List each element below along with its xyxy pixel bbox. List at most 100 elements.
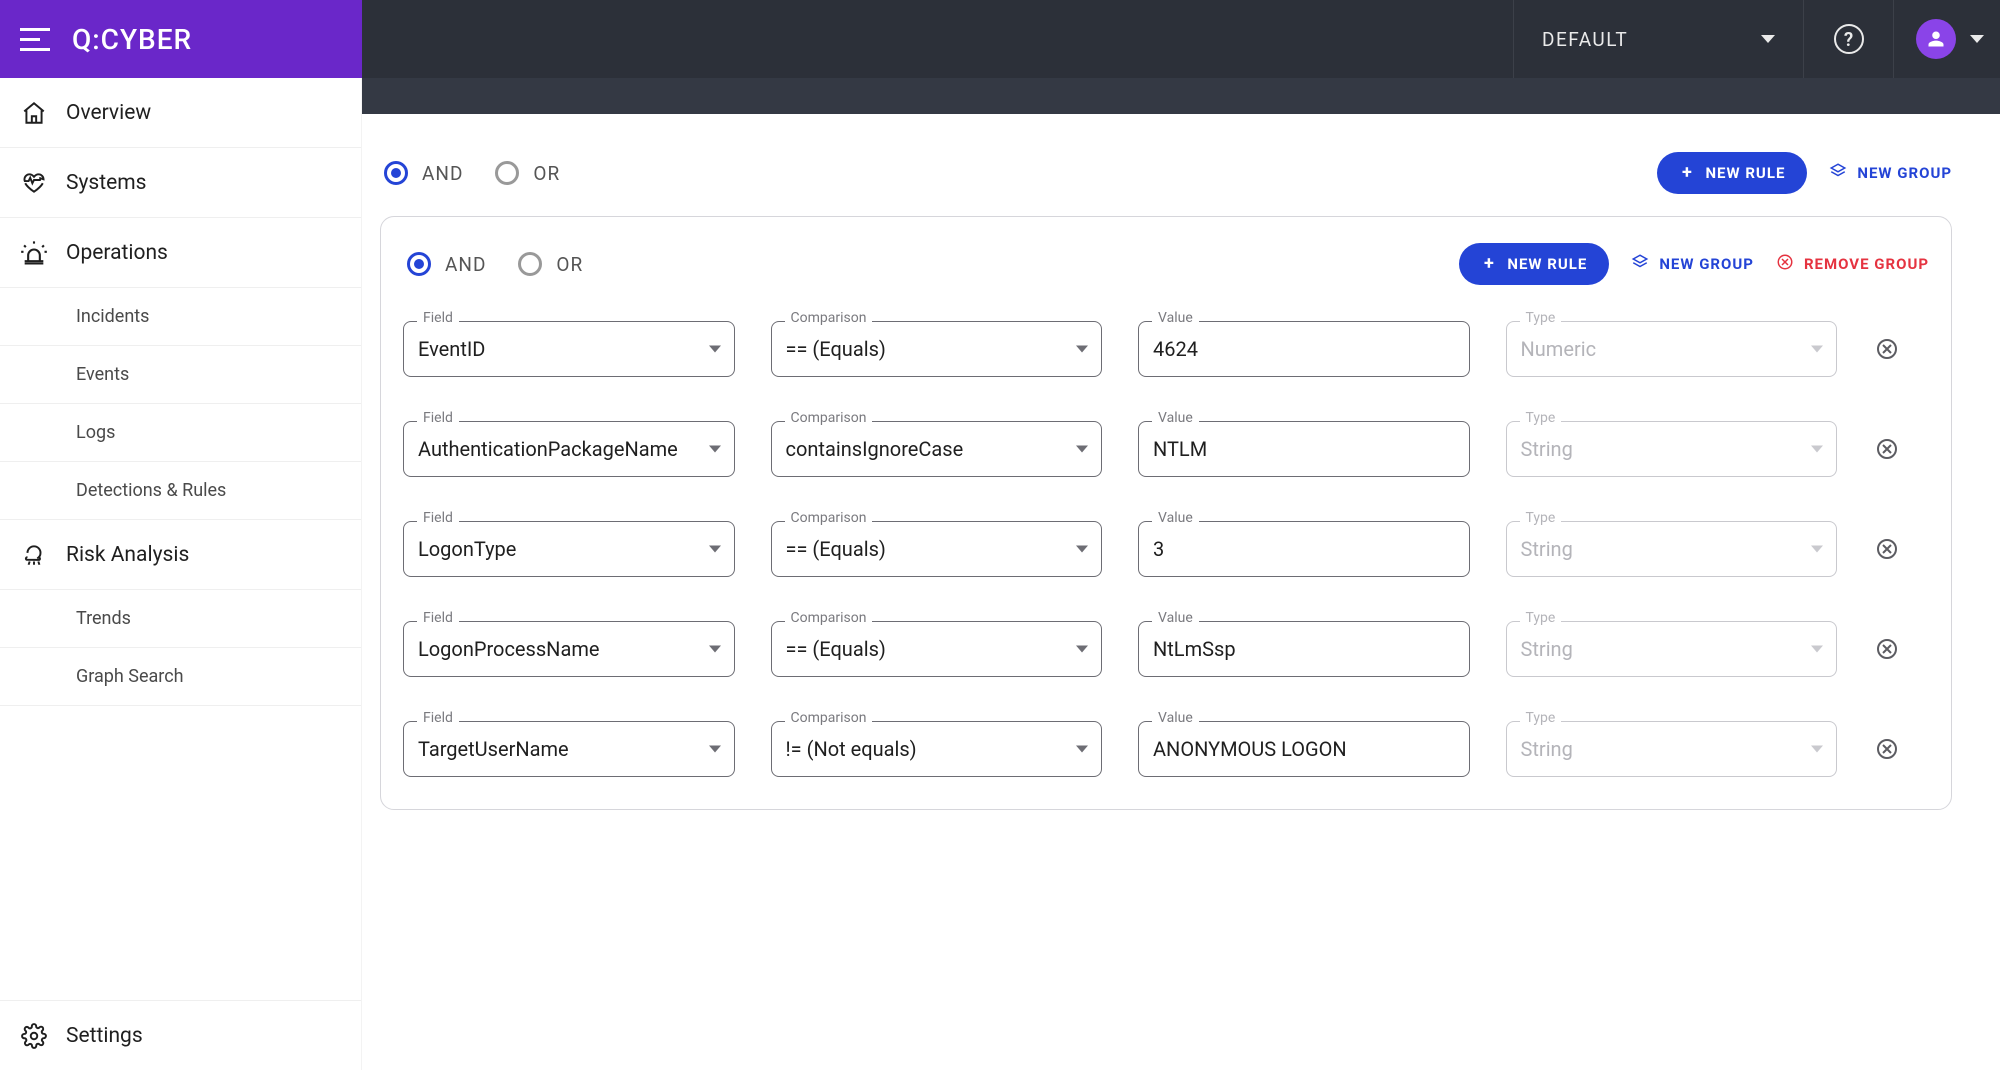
- field-label: Field: [417, 610, 459, 626]
- outer-operator-row: AND OR: [380, 161, 560, 185]
- help-icon: ?: [1834, 24, 1864, 54]
- rule-comparison-select[interactable]: Comparison == (Equals): [771, 521, 1103, 577]
- sidebar-item-trends[interactable]: Trends: [0, 590, 361, 648]
- heartbeat-icon: [20, 169, 48, 197]
- rule-type-select[interactable]: Type String: [1506, 721, 1838, 777]
- user-menu[interactable]: [1893, 0, 2000, 78]
- outer-radio-or[interactable]: OR: [495, 161, 560, 185]
- sidebar: Overview Systems Operations Incidents Ev…: [0, 78, 362, 1070]
- radio-label: OR: [556, 253, 583, 276]
- main-content: AND OR + NEW RULE: [362, 78, 2000, 1070]
- sidebar-item-label: Trends: [76, 608, 131, 629]
- content-banner: [362, 78, 2000, 114]
- rule-value-input[interactable]: [1138, 421, 1470, 477]
- chevron-down-icon: [1811, 746, 1823, 753]
- chevron-down-icon: [1076, 746, 1088, 753]
- rule-type-select[interactable]: Type Numeric: [1506, 321, 1838, 377]
- sidebar-item-overview[interactable]: Overview: [0, 78, 361, 148]
- inner-radio-or[interactable]: OR: [518, 252, 583, 276]
- rule-row: Field LogonProcessName Comparison == (Eq…: [403, 621, 1929, 677]
- button-label: NEW RULE: [1507, 255, 1587, 273]
- rule-row: Field AuthenticationPackageName Comparis…: [403, 421, 1929, 477]
- rule-value-input[interactable]: [1138, 621, 1470, 677]
- inner-operator-row: AND OR: [403, 252, 583, 276]
- chevron-down-icon: [1761, 35, 1775, 43]
- chevron-down-icon: [1811, 546, 1823, 553]
- type-value: String: [1506, 721, 1838, 777]
- remove-rule-button[interactable]: [1873, 535, 1901, 563]
- sidebar-item-risk-analysis[interactable]: Risk Analysis: [0, 520, 361, 590]
- remove-rule-button[interactable]: [1873, 435, 1901, 463]
- chevron-down-icon: [709, 346, 721, 353]
- new-group-button[interactable]: NEW GROUP: [1829, 162, 1952, 184]
- outer-radio-and[interactable]: AND: [384, 161, 463, 185]
- inner-group: AND OR + NEW RULE: [380, 216, 1952, 810]
- inner-group-actions: + NEW RULE NEW GROUP: [1459, 243, 1929, 285]
- rule-row: Field LogonType Comparison == (Equals) V…: [403, 521, 1929, 577]
- sidebar-item-systems[interactable]: Systems: [0, 148, 361, 218]
- layers-icon: [1829, 162, 1847, 184]
- comparison-value: != (Not equals): [771, 721, 1103, 777]
- field-label: Type: [1520, 710, 1562, 726]
- rule-value-input[interactable]: [1138, 321, 1470, 377]
- rule-comparison-select[interactable]: Comparison != (Not equals): [771, 721, 1103, 777]
- gear-icon: [20, 1022, 48, 1050]
- sidebar-item-incidents[interactable]: Incidents: [0, 288, 361, 346]
- remove-rule-button[interactable]: [1873, 735, 1901, 763]
- sidebar-item-label: Graph Search: [76, 666, 184, 687]
- sidebar-item-label: Logs: [76, 422, 115, 443]
- new-rule-button[interactable]: + NEW RULE: [1459, 243, 1609, 285]
- layers-icon: [1631, 253, 1649, 275]
- comparison-value: == (Equals): [771, 621, 1103, 677]
- sidebar-item-label: Risk Analysis: [66, 543, 189, 567]
- home-icon: [20, 99, 48, 127]
- rule-field-select[interactable]: Field LogonProcessName: [403, 621, 735, 677]
- sidebar-item-logs[interactable]: Logs: [0, 404, 361, 462]
- chevron-down-icon: [1076, 446, 1088, 453]
- field-label: Comparison: [785, 610, 873, 626]
- field-label: Comparison: [785, 510, 873, 526]
- app-header: Q:CYBER DEFAULT ?: [0, 0, 2000, 78]
- remove-rule-button[interactable]: [1873, 635, 1901, 663]
- tenant-selector[interactable]: DEFAULT: [1513, 0, 1803, 78]
- menu-icon[interactable]: [20, 21, 56, 57]
- field-label: Value: [1152, 510, 1199, 526]
- remove-group-button[interactable]: REMOVE GROUP: [1776, 253, 1929, 275]
- inner-radio-and[interactable]: AND: [407, 252, 486, 276]
- remove-rule-button[interactable]: [1873, 335, 1901, 363]
- help-button[interactable]: ?: [1803, 0, 1893, 78]
- chevron-down-icon: [709, 646, 721, 653]
- sidebar-item-detections[interactable]: Detections & Rules: [0, 462, 361, 520]
- chevron-down-icon: [709, 746, 721, 753]
- rule-value-input-wrap: Value: [1138, 721, 1470, 777]
- sidebar-item-label: Incidents: [76, 306, 149, 327]
- rule-value-input-wrap: Value: [1138, 621, 1470, 677]
- button-label: REMOVE GROUP: [1804, 255, 1929, 273]
- new-rule-button[interactable]: + NEW RULE: [1657, 152, 1807, 194]
- rule-value-input[interactable]: [1138, 521, 1470, 577]
- sidebar-item-label: Detections & Rules: [76, 480, 226, 501]
- rule-comparison-select[interactable]: Comparison == (Equals): [771, 321, 1103, 377]
- field-label: Type: [1520, 610, 1562, 626]
- sidebar-item-operations[interactable]: Operations: [0, 218, 361, 288]
- comparison-value: == (Equals): [771, 321, 1103, 377]
- rule-field-select[interactable]: Field AuthenticationPackageName: [403, 421, 735, 477]
- rule-type-select[interactable]: Type String: [1506, 521, 1838, 577]
- rule-field-select[interactable]: Field EventID: [403, 321, 735, 377]
- rule-value-input[interactable]: [1138, 721, 1470, 777]
- tenant-label: DEFAULT: [1542, 28, 1628, 51]
- rule-comparison-select[interactable]: Comparison == (Equals): [771, 621, 1103, 677]
- sidebar-item-label: Events: [76, 364, 129, 385]
- rule-comparison-select[interactable]: Comparison containsIgnoreCase: [771, 421, 1103, 477]
- new-group-button[interactable]: NEW GROUP: [1631, 253, 1754, 275]
- rule-field-select[interactable]: Field TargetUserName: [403, 721, 735, 777]
- rule-field-select[interactable]: Field LogonType: [403, 521, 735, 577]
- sidebar-item-graph-search[interactable]: Graph Search: [0, 648, 361, 706]
- rule-type-select[interactable]: Type String: [1506, 421, 1838, 477]
- radio-label: OR: [533, 162, 560, 185]
- sidebar-item-events[interactable]: Events: [0, 346, 361, 404]
- rule-type-select[interactable]: Type String: [1506, 621, 1838, 677]
- rule-value-input-wrap: Value: [1138, 421, 1470, 477]
- rule-value-input-wrap: Value: [1138, 521, 1470, 577]
- sidebar-item-settings[interactable]: Settings: [0, 1000, 361, 1070]
